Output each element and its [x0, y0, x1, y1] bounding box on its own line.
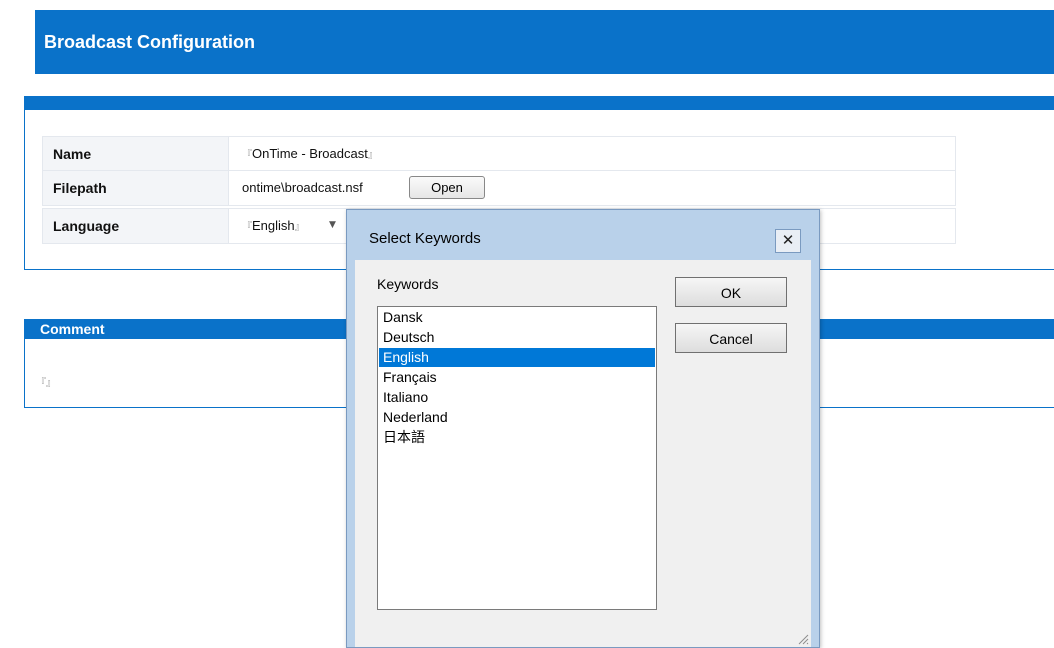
dropdown-arrow-icon[interactable]: ▼ [329, 220, 336, 230]
keywords-listbox[interactable]: Dansk Deutsch English Français Italiano Neder… [377, 306, 657, 610]
ok-button[interactable]: OK [675, 277, 787, 307]
resize-grip-icon[interactable] [797, 633, 809, 645]
keyword-list-item[interactable]: Français [379, 368, 655, 387]
filepath-label-cell: Filepath [43, 171, 229, 205]
keyword-list-item[interactable]: Deutsch [379, 328, 655, 347]
name-label-cell: Name [43, 137, 229, 171]
field-close-bracket: 』 [46, 378, 56, 389]
close-icon[interactable]: ✕ [775, 229, 801, 253]
comment-field[interactable]: 『』 [36, 371, 56, 390]
open-button[interactable]: Open [409, 176, 485, 199]
keyword-list-item[interactable]: Dansk [379, 308, 655, 327]
name-field[interactable]: 『OnTime - Broadcast』 [242, 146, 378, 161]
select-keywords-dialog: Select Keywords ✕ Keywords Dansk Deutsch E… [346, 209, 820, 648]
name-label: Name [53, 146, 92, 162]
dialog-title: Select Keywords [369, 230, 481, 247]
keyword-list-item[interactable]: Italiano [379, 388, 655, 407]
language-value: English [252, 218, 295, 233]
filepath-label: Filepath [53, 180, 107, 196]
field-open-bracket: 『 [242, 150, 252, 161]
field-close-bracket: 』 [367, 150, 378, 161]
language-label: Language [53, 218, 120, 234]
page-title: Broadcast Configuration [44, 32, 256, 52]
keyword-list-item[interactable]: Nederland [379, 408, 655, 427]
name-value: OnTime - Broadcast [252, 146, 368, 161]
field-open-bracket: 『 [242, 222, 252, 233]
language-field[interactable]: 『English』 [242, 218, 305, 233]
cancel-button[interactable]: Cancel [675, 323, 787, 353]
field-open-bracket: 『 [36, 378, 46, 389]
field-close-bracket: 』 [294, 222, 305, 233]
config-panel-header [25, 96, 1054, 110]
filepath-value: ontime\broadcast.nsf [242, 180, 363, 195]
keyword-list-item[interactable]: English [379, 348, 655, 367]
language-label-cell: Language [43, 209, 229, 243]
name-row: Name 『OnTime - Broadcast』 [42, 136, 956, 172]
keyword-list-item[interactable]: 日本語 [379, 428, 655, 447]
keywords-label: Keywords [377, 276, 439, 292]
comment-title: Comment [40, 321, 105, 337]
dialog-body: Keywords Dansk Deutsch English Français Ital… [355, 260, 811, 647]
filepath-row: Filepath ontime\broadcast.nsf Open [42, 170, 956, 206]
